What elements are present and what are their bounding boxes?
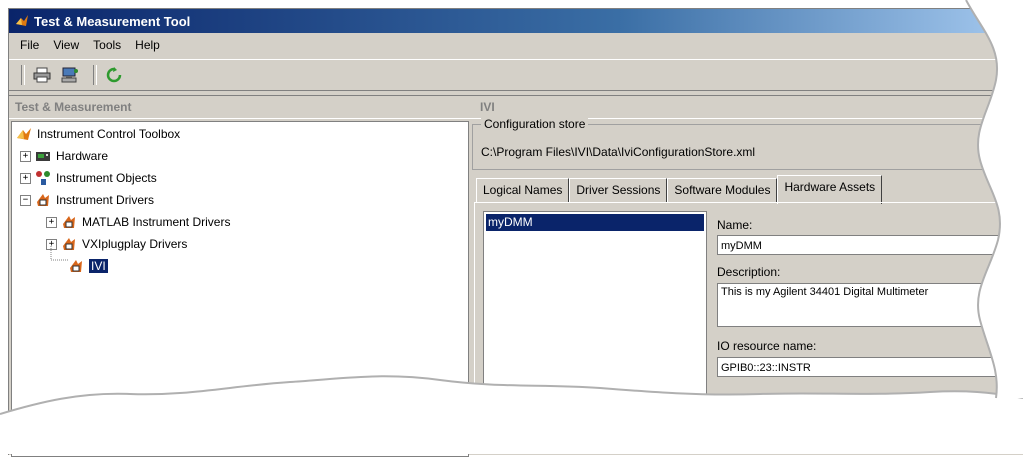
tree-item-instrument-objects[interactable]: + Instrument Objects bbox=[20, 168, 157, 188]
tree-item-label: Instrument Control Toolbox bbox=[37, 127, 181, 141]
instrument-tree: Instrument Control Toolbox + Hardware + … bbox=[11, 121, 469, 457]
driver-icon bbox=[63, 216, 75, 228]
menu-bar: File View Tools Help bbox=[9, 35, 1023, 55]
hardware-icon bbox=[36, 152, 50, 161]
menu-help[interactable]: Help bbox=[128, 38, 167, 52]
window-title: Test & Measurement Tool bbox=[34, 13, 191, 29]
driver-icon bbox=[37, 194, 49, 206]
tree-item-label: VXIplugplay Drivers bbox=[82, 237, 188, 251]
network-icon bbox=[61, 67, 78, 83]
hardware-asset-list[interactable]: myDMM bbox=[483, 211, 707, 449]
tree-item-label: Instrument Objects bbox=[56, 171, 157, 185]
tab-logical-names[interactable]: Logical Names bbox=[476, 178, 570, 203]
configuration-store-path: C:\Program Files\IVI\Data\IviConfigurati… bbox=[481, 145, 756, 159]
matlab-logo-icon bbox=[16, 15, 28, 26]
tree-item-instrument-control-toolbox[interactable]: Instrument Control Toolbox bbox=[16, 124, 180, 144]
refresh-icon bbox=[106, 67, 122, 83]
matlab-logo-icon bbox=[17, 128, 31, 140]
io-resource-name-field[interactable]: GPIB0::23::INSTR bbox=[717, 357, 1023, 377]
ivi-icon bbox=[70, 260, 82, 272]
hardware-assets-panel: myDMM Name: myDMM Description: This is m… bbox=[474, 202, 1023, 449]
print-icon bbox=[33, 67, 51, 83]
tree-connector-line bbox=[50, 246, 68, 261]
toolbar-separator bbox=[21, 65, 25, 85]
expand-toggle[interactable]: + bbox=[20, 150, 31, 162]
tree-item-hardware[interactable]: + Hardware bbox=[20, 146, 108, 166]
tree-item-instrument-drivers[interactable]: − Instrument Drivers bbox=[20, 190, 154, 210]
configuration-store-group: Configuration store C:\Program Files\IVI… bbox=[472, 117, 1023, 170]
right-panel-header: IVI bbox=[474, 95, 1023, 119]
toolbar-separator bbox=[93, 65, 97, 85]
menu-view[interactable]: View bbox=[46, 38, 86, 52]
description-field[interactable]: This is my Agilent 34401 Digital Multime… bbox=[717, 283, 1023, 327]
name-label: Name: bbox=[717, 218, 753, 232]
description-label: Description: bbox=[717, 265, 781, 279]
tree-item-ivi[interactable]: IVI bbox=[68, 256, 108, 276]
tree-item-matlab-instrument-drivers[interactable]: + MATLAB Instrument Drivers bbox=[46, 212, 230, 232]
left-panel-header: Test & Measurement bbox=[9, 95, 474, 119]
expand-toggle[interactable]: + bbox=[20, 172, 31, 184]
io-resource-name-label: IO resource name: bbox=[717, 339, 817, 353]
configuration-store-title: Configuration store bbox=[481, 117, 589, 131]
tab-bar: Logical Names Driver Sessions Software M… bbox=[476, 175, 883, 204]
tree-item-label: Hardware bbox=[56, 149, 109, 163]
tab-software-modules[interactable]: Software Modules bbox=[667, 178, 778, 203]
network-button[interactable] bbox=[59, 64, 81, 86]
tree-item-label: Instrument Drivers bbox=[56, 193, 155, 207]
instrument-objects-icon bbox=[36, 171, 50, 185]
print-button[interactable] bbox=[31, 64, 53, 86]
tree-item-label: MATLAB Instrument Drivers bbox=[82, 215, 231, 229]
expand-toggle[interactable]: + bbox=[46, 216, 57, 228]
menu-tools[interactable]: Tools bbox=[86, 38, 128, 52]
toolbar bbox=[9, 59, 1023, 91]
menu-file[interactable]: File bbox=[13, 38, 46, 52]
collapse-toggle[interactable]: − bbox=[20, 194, 31, 206]
name-field[interactable]: myDMM bbox=[717, 235, 1023, 255]
refresh-button[interactable] bbox=[103, 64, 125, 86]
tab-hardware-assets[interactable]: Hardware Assets bbox=[777, 175, 883, 204]
tree-item-label-selected: IVI bbox=[89, 259, 108, 273]
list-item[interactable]: myDMM bbox=[486, 214, 704, 231]
tab-driver-sessions[interactable]: Driver Sessions bbox=[569, 178, 668, 203]
title-bar: Test & Measurement Tool bbox=[9, 9, 1023, 33]
